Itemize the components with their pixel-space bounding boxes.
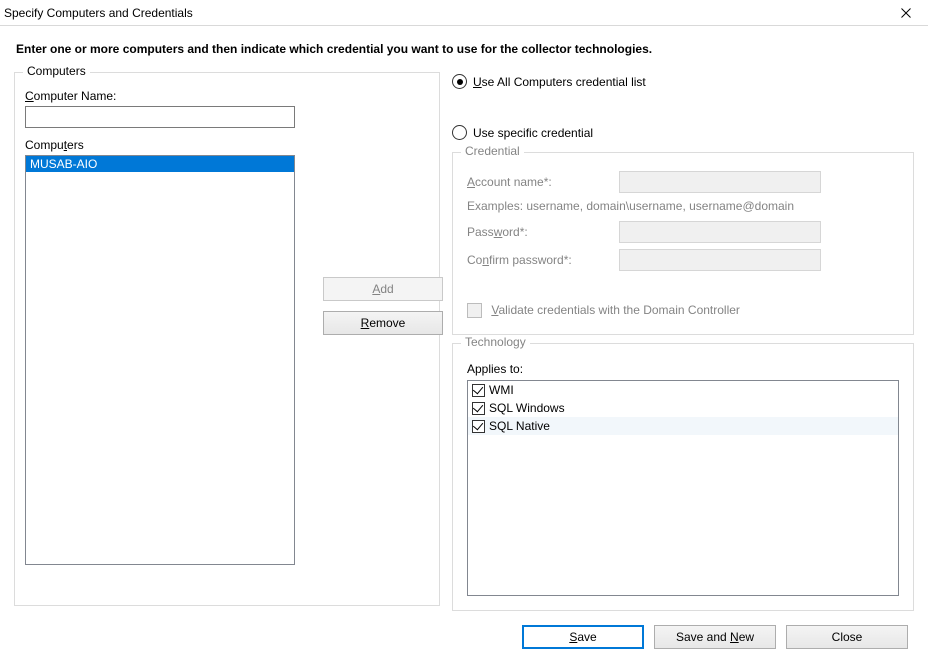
save-and-new-button[interactable]: Save and New (654, 625, 776, 649)
window-title: Specify Computers and Credentials (4, 6, 193, 20)
list-item[interactable]: MUSAB-AIO (26, 156, 294, 172)
computers-group: Computers Computer Name: Computers MUSAB… (14, 72, 440, 606)
validate-label: Validate credentials with the Domain Con… (491, 303, 740, 317)
radio-icon (452, 125, 467, 140)
close-icon (901, 8, 911, 18)
tech-item-label: SQL Native (489, 419, 550, 433)
account-name-label: Account name*: (467, 175, 615, 189)
checkbox-icon (472, 420, 485, 433)
credential-group-label: Credential (461, 144, 524, 158)
window-close-button[interactable] (883, 0, 928, 25)
save-button[interactable]: Save (522, 625, 644, 649)
account-name-input (619, 171, 821, 193)
instruction-text: Enter one or more computers and then ind… (0, 26, 928, 66)
radio-use-all[interactable]: Use All Computers credential list (452, 74, 914, 89)
credential-group: Credential Account name*: Examples: user… (452, 152, 914, 335)
remove-button[interactable]: Remove (323, 311, 443, 335)
applies-to-label: Applies to: (467, 362, 899, 376)
radio-use-specific-label: Use specific credential (473, 126, 593, 140)
checkbox-icon (472, 402, 485, 415)
technology-listbox[interactable]: WMI SQL Windows SQL Native (467, 380, 899, 596)
confirm-password-input (619, 249, 821, 271)
technology-group-label: Technology (461, 335, 530, 349)
right-column: Use All Computers credential list Use sp… (452, 72, 914, 611)
computer-name-label: Computer Name: (25, 89, 429, 103)
validate-checkbox (467, 303, 482, 318)
computers-list-label: Computers (25, 138, 429, 152)
content-area: Computers Computer Name: Computers MUSAB… (14, 72, 914, 611)
examples-text: Examples: username, domain\username, use… (467, 199, 899, 213)
radio-use-all-label: Use All Computers credential list (473, 75, 646, 89)
technology-group: Technology Applies to: WMI SQL Windows S… (452, 343, 914, 611)
tech-item-sql-windows[interactable]: SQL Windows (468, 399, 898, 417)
computers-group-label: Computers (23, 64, 90, 78)
add-button: Add (323, 277, 443, 301)
password-input (619, 221, 821, 243)
tech-item-label: SQL Windows (489, 401, 565, 415)
dialog-window: Specify Computers and Credentials Enter … (0, 0, 928, 661)
checkbox-icon (472, 384, 485, 397)
close-button[interactable]: Close (786, 625, 908, 649)
tech-item-sql-native[interactable]: SQL Native (468, 417, 898, 435)
title-bar: Specify Computers and Credentials (0, 0, 928, 26)
validate-row: Validate credentials with the Domain Con… (467, 303, 899, 318)
confirm-password-label: Confirm password*: (467, 253, 615, 267)
radio-icon (452, 74, 467, 89)
computer-name-input[interactable] (25, 106, 295, 128)
password-label: Password*: (467, 225, 615, 239)
radio-use-specific[interactable]: Use specific credential (452, 125, 914, 140)
tech-item-wmi[interactable]: WMI (468, 381, 898, 399)
footer-buttons: Save Save and New Close (0, 625, 928, 649)
computers-listbox[interactable]: MUSAB-AIO (25, 155, 295, 565)
tech-item-label: WMI (489, 383, 514, 397)
